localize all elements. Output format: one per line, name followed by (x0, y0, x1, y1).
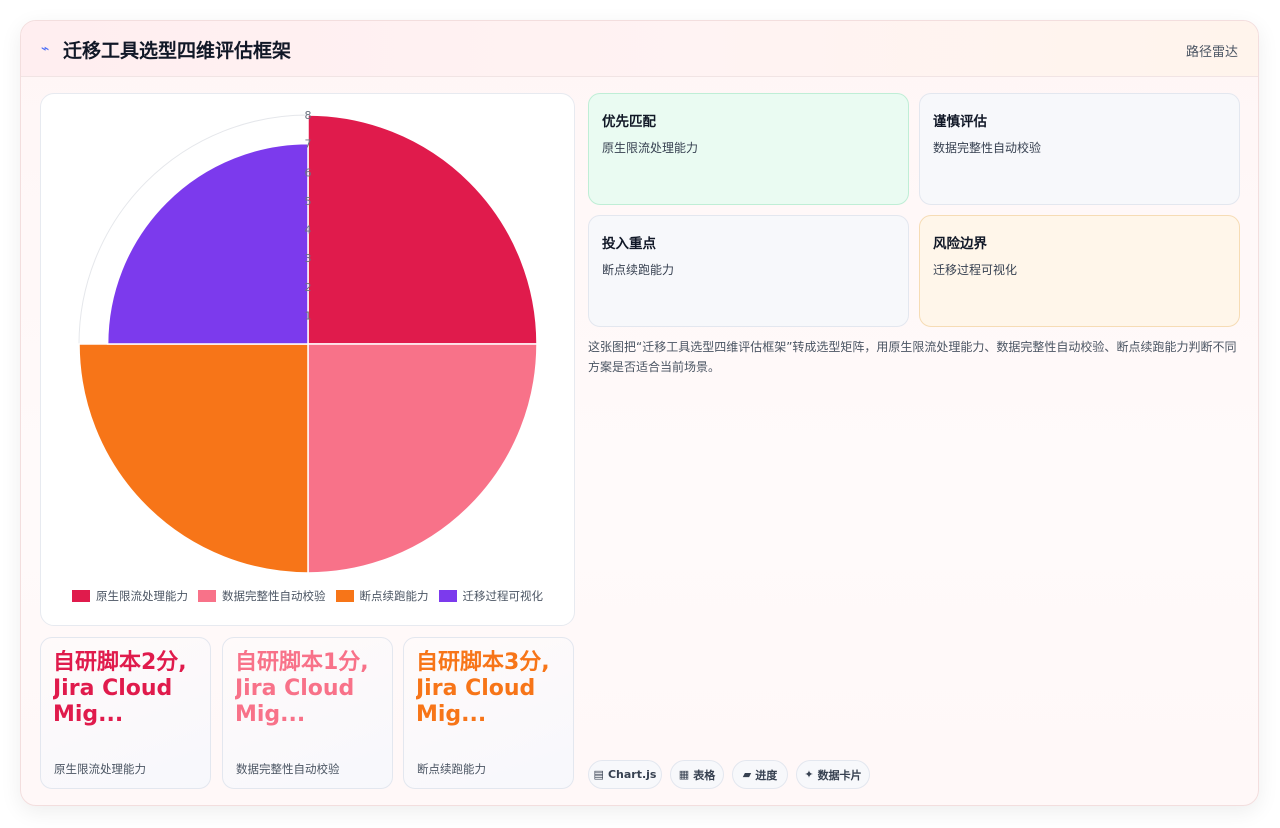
legend-swatch (335, 590, 354, 602)
r-tick-label: 3 (305, 252, 312, 265)
dashboard-card: ⌁ 迁移工具选型四维评估框架 路径雷达 1 2 3 4 5 6 7 8 原生限流处理能力 数据… (20, 20, 1259, 806)
chart-panel: 1 2 3 4 5 6 7 8 原生限流处理能力 数据完整性自动校验 断点续跑能力 迁移过程可… (40, 93, 575, 626)
tag-label: Chart.js (607, 768, 657, 781)
kpi-value: 自研脚本1分, Jira Cloud Mig... (235, 650, 369, 727)
r-tick-label: 1 (305, 309, 312, 322)
kpi-card: 自研脚本1分, Jira Cloud Mig... 数据完整性自动校验 (222, 637, 393, 789)
legend-label: 断点续跑能力 (359, 589, 429, 603)
lightning-icon: ⌁ (41, 41, 50, 57)
legend-item[interactable]: 断点续跑能力 (335, 588, 429, 604)
tile-title: 优先匹配 (602, 114, 656, 130)
tag-label: 表格 (693, 768, 716, 782)
kpi-label: 断点续跑能力 (417, 762, 486, 776)
polar-area-chart: 1 2 3 4 5 6 7 8 (78, 109, 538, 574)
header-right-label[interactable]: 路径雷达 (1186, 41, 1238, 60)
r-tick-label: 5 (305, 195, 312, 208)
legend-label: 数据完整性自动校验 (222, 589, 326, 603)
tile-detail: 迁移过程可视化 (933, 263, 1018, 277)
tile-investment-focus: 投入重点 断点续跑能力 (588, 215, 909, 327)
polar-segment[interactable] (307, 114, 538, 345)
r-tick-label: 4 (305, 224, 312, 237)
polar-segment[interactable] (307, 343, 538, 574)
tile-careful-eval: 谨慎评估 数据完整性自动校验 (919, 93, 1240, 205)
legend-item[interactable]: 迁移过程可视化 (438, 588, 544, 604)
tag-label: 数据卡片 (817, 768, 862, 782)
kpi-card: 自研脚本2分, Jira Cloud Mig... 原生限流处理能力 (40, 637, 211, 789)
polar-segment[interactable] (78, 343, 309, 574)
r-tick-label: 6 (305, 166, 312, 179)
tag-data-card[interactable]: ✦ 数据卡片 (796, 760, 870, 789)
tag-progress[interactable]: ▰ 进度 (732, 760, 788, 789)
progress-icon: ▰ (742, 768, 752, 781)
legend-label: 原生限流处理能力 (96, 589, 188, 603)
kpi-value: 自研脚本2分, Jira Cloud Mig... (53, 650, 187, 727)
tag-table[interactable]: ▦ 表格 (670, 760, 724, 789)
page-title: 迁移工具选型四维评估框架 (63, 40, 292, 62)
tag-chartjs[interactable]: ▤ Chart.js (588, 760, 662, 789)
table-icon: ▦ (678, 768, 690, 781)
tile-detail: 数据完整性自动校验 (933, 141, 1042, 155)
r-tick-label: 8 (305, 109, 312, 122)
legend-swatch (198, 590, 216, 602)
r-tick-label: 7 (305, 138, 312, 151)
tile-priority-match: 优先匹配 原生限流处理能力 (588, 93, 909, 205)
tile-detail: 原生限流处理能力 (602, 141, 699, 155)
polar-segment[interactable] (106, 142, 309, 345)
sparkle-icon: ✦ (804, 768, 814, 781)
tile-risk-boundary: 风险边界 迁移过程可视化 (919, 215, 1240, 327)
legend-swatch (72, 590, 90, 602)
legend-item[interactable]: 原生限流处理能力 (72, 588, 188, 604)
r-tick-label: 2 (305, 281, 312, 294)
kpi-label: 数据完整性自动校验 (236, 762, 340, 776)
chart-description: 这张图把“迁移工具选型四维评估框架”转成选型矩阵，用原生限流处理能力、数据完整性… (588, 340, 1237, 374)
tag-label: 进度 (755, 768, 778, 782)
legend-label: 迁移过程可视化 (462, 589, 544, 603)
tile-title: 风险边界 (933, 236, 987, 252)
legend-swatch (438, 590, 457, 602)
chart-legend: 原生限流处理能力 数据完整性自动校验 断点续跑能力 迁移过程可视化 (41, 588, 574, 604)
kpi-value: 自研脚本3分, Jira Cloud Mig... (416, 650, 550, 727)
kpi-card: 自研脚本3分, Jira Cloud Mig... 断点续跑能力 (403, 637, 574, 789)
chart-icon: ▤ (593, 768, 604, 781)
tile-detail: 断点续跑能力 (602, 263, 675, 277)
kpi-label: 原生限流处理能力 (54, 762, 146, 776)
header: ⌁ 迁移工具选型四维评估框架 路径雷达 (21, 21, 1258, 77)
tile-title: 投入重点 (602, 236, 656, 252)
kpi-row: 自研脚本2分, Jira Cloud Mig... 原生限流处理能力 自研脚本1… (40, 637, 575, 789)
legend-item[interactable]: 数据完整性自动校验 (198, 588, 326, 604)
tile-title: 谨慎评估 (933, 114, 987, 130)
